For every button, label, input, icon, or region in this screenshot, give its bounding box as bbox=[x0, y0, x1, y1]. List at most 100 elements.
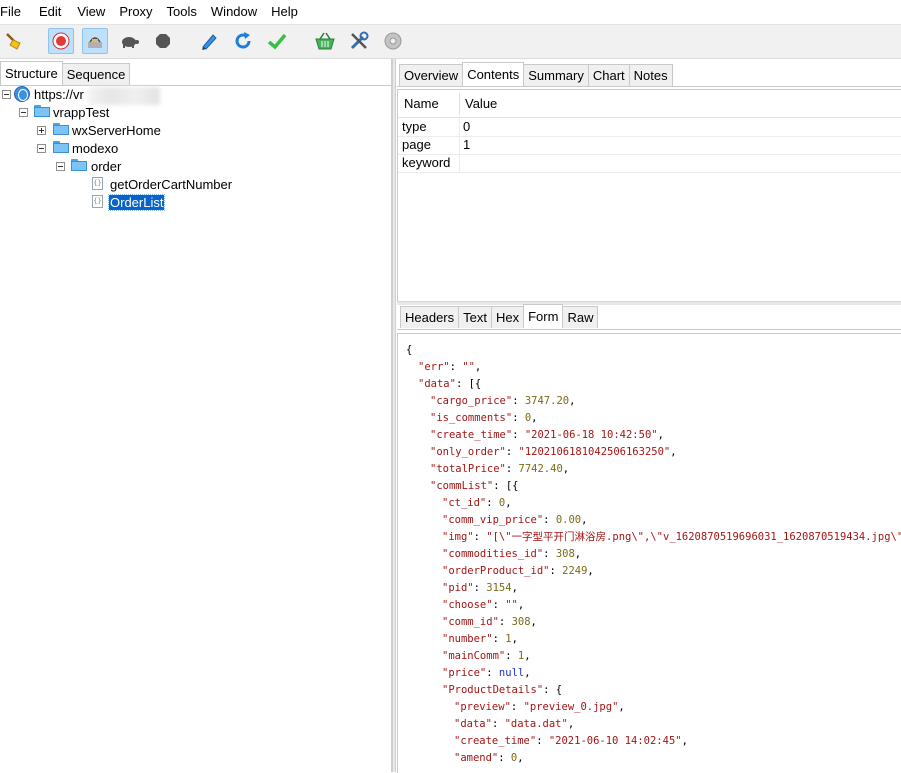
top-tab-bar: Overview Contents Summary Chart Notes bbox=[399, 62, 673, 87]
json-file-icon: {} bbox=[92, 177, 103, 190]
json-line: "totalPrice": 7742.40, bbox=[430, 463, 570, 475]
check-icon[interactable] bbox=[264, 28, 290, 54]
tree-item-label: modexo bbox=[72, 140, 119, 156]
tab-chart[interactable]: Chart bbox=[587, 64, 630, 86]
folder-icon bbox=[53, 122, 69, 135]
json-line: { bbox=[406, 344, 413, 356]
json-line: "orderProduct_id": 2249, bbox=[442, 565, 594, 577]
menu-proxy[interactable]: Proxy bbox=[119, 0, 158, 24]
json-line: "img": "[\"一字型平开门淋浴房.png\",\"v_162087051… bbox=[442, 531, 901, 543]
param-value: 0 bbox=[463, 119, 471, 134]
toolbar bbox=[0, 25, 901, 59]
json-line: "only_order": "1202106181042506163250", bbox=[430, 446, 677, 458]
param-name: keyword bbox=[402, 155, 451, 170]
tab-structure[interactable]: Structure bbox=[0, 61, 63, 85]
table-row[interactable]: keyword bbox=[398, 154, 901, 173]
json-line: "data": [{ bbox=[418, 378, 482, 390]
tab-summary[interactable]: Summary bbox=[523, 64, 589, 86]
menu-bar: File Edit View Proxy Tools Window Help bbox=[0, 0, 901, 25]
bottom-tab-bar: Headers Text Hex Form Raw bbox=[400, 304, 599, 329]
json-line: "preview": "preview_0.jpg", bbox=[454, 701, 625, 713]
tree-item-orderlist[interactable]: OrderList bbox=[107, 193, 166, 211]
column-header-name[interactable]: Name bbox=[404, 90, 439, 117]
json-line: "ct_id": 0, bbox=[442, 497, 512, 509]
json-line: "mainComm": 1, bbox=[442, 650, 531, 662]
folder-icon bbox=[71, 158, 87, 171]
tree-expand-icon[interactable] bbox=[37, 126, 46, 135]
json-line: "price": null, bbox=[442, 667, 531, 679]
tab-form[interactable]: Form bbox=[523, 304, 564, 328]
json-line: "cargo_price": 3747.20, bbox=[430, 395, 576, 407]
tree-collapse-icon[interactable] bbox=[19, 108, 28, 117]
param-name: page bbox=[402, 137, 431, 152]
tree-item-label: https://vr bbox=[34, 86, 84, 102]
tree-item-vrapptest[interactable]: vrappTest bbox=[53, 103, 109, 121]
menu-file[interactable]: File bbox=[0, 0, 27, 24]
turtle-icon[interactable] bbox=[116, 28, 142, 54]
pen-icon[interactable] bbox=[196, 28, 222, 54]
tree-item-modexo[interactable]: modexo bbox=[72, 139, 118, 157]
record-icon[interactable] bbox=[48, 28, 74, 54]
menu-tools[interactable]: Tools bbox=[167, 0, 203, 24]
tree-item-label: wxServerHome bbox=[72, 122, 161, 138]
tab-raw[interactable]: Raw bbox=[562, 306, 599, 328]
throttle-icon[interactable] bbox=[82, 28, 108, 54]
stop-icon[interactable] bbox=[150, 28, 176, 54]
tree-item-label: getOrderCartNumber bbox=[110, 176, 233, 192]
json-line: "comm_id": 308, bbox=[442, 616, 537, 628]
column-header-value[interactable]: Value bbox=[465, 90, 497, 117]
json-viewer[interactable]: { "err": "", "data": [{ "cargo_price": 3747… bbox=[397, 333, 901, 773]
folder-icon bbox=[34, 104, 50, 117]
json-line: "create_time": "2021-06-18 10:42:50", bbox=[430, 429, 664, 441]
globe-icon bbox=[14, 86, 30, 102]
tree-collapse-icon[interactable] bbox=[37, 144, 46, 153]
table-row[interactable]: type 0 bbox=[398, 118, 901, 137]
menu-edit[interactable]: Edit bbox=[39, 0, 67, 24]
tab-text[interactable]: Text bbox=[458, 306, 492, 328]
json-line: "comm_vip_price": 0.00, bbox=[442, 514, 588, 526]
tree-item-getordercartnumber[interactable]: getOrderCartNumber bbox=[110, 175, 232, 193]
json-line: "pid": 3154, bbox=[442, 582, 518, 594]
tree-item-label-selected: OrderList bbox=[107, 193, 166, 211]
tree-item-label: order bbox=[91, 158, 122, 174]
json-line: "amend": 0, bbox=[454, 752, 524, 764]
broom-icon[interactable] bbox=[1, 28, 27, 54]
tree-item-host[interactable]: https://vr bbox=[34, 85, 84, 103]
json-line: "data": "data.dat", bbox=[454, 718, 575, 730]
json-line: "choose": "", bbox=[442, 599, 525, 611]
tree-item-wxserverhome[interactable]: wxServerHome bbox=[72, 121, 161, 139]
param-name: type bbox=[402, 119, 427, 134]
tab-overview[interactable]: Overview bbox=[399, 64, 464, 86]
tree-item-order[interactable]: order bbox=[91, 157, 121, 175]
tree-collapse-icon[interactable] bbox=[2, 90, 11, 99]
query-params-table: Name Value type 0 page 1 keyword bbox=[397, 89, 901, 302]
table-row[interactable]: page 1 bbox=[398, 136, 901, 155]
settings-icon[interactable] bbox=[380, 28, 406, 54]
menu-help[interactable]: Help bbox=[271, 0, 304, 24]
json-line: "commList": [{ bbox=[430, 480, 519, 492]
json-line: "commodities_id": 308, bbox=[442, 548, 582, 560]
tab-notes[interactable]: Notes bbox=[628, 64, 673, 86]
tab-headers[interactable]: Headers bbox=[400, 306, 460, 328]
tab-hex[interactable]: Hex bbox=[490, 306, 525, 328]
left-tab-bar: Structure Sequence bbox=[0, 61, 131, 86]
tab-sequence[interactable]: Sequence bbox=[61, 63, 131, 85]
tree-item-label: vrappTest bbox=[53, 104, 110, 120]
table-header: Name Value bbox=[398, 90, 901, 118]
menu-view[interactable]: View bbox=[77, 0, 111, 24]
param-value: 1 bbox=[463, 137, 471, 152]
json-line: "create_time": "2021-06-10 14:02:45", bbox=[454, 735, 688, 747]
json-line: "err": "", bbox=[418, 361, 482, 373]
json-line: "ProductDetails": { bbox=[442, 684, 563, 696]
menu-window[interactable]: Window bbox=[211, 0, 263, 24]
basket-icon[interactable] bbox=[312, 28, 338, 54]
folder-icon bbox=[53, 140, 69, 153]
tree-collapse-icon[interactable] bbox=[56, 162, 65, 171]
horizontal-splitter[interactable] bbox=[397, 301, 901, 305]
tab-contents[interactable]: Contents bbox=[462, 62, 525, 86]
json-line: "number": 1, bbox=[442, 633, 518, 645]
json-file-icon: {} bbox=[92, 195, 103, 208]
json-line: "is_comments": 0, bbox=[430, 412, 538, 424]
tools-icon[interactable] bbox=[346, 28, 372, 54]
refresh-icon[interactable] bbox=[230, 28, 256, 54]
